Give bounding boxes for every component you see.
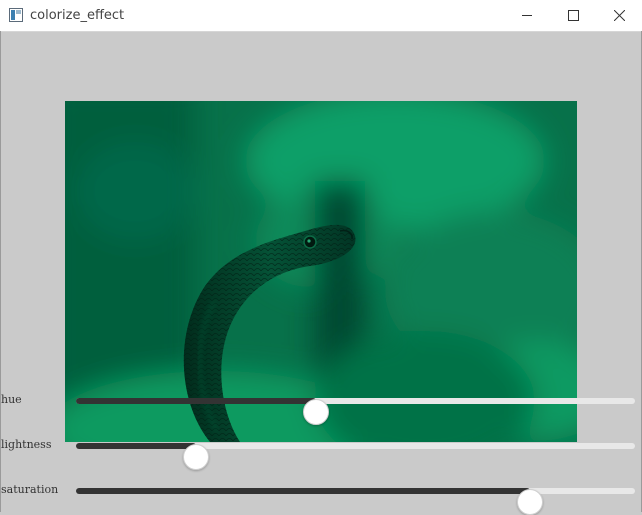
slider-fill-hue [76,398,317,404]
slider-track-hue[interactable] [76,398,635,425]
slider-fill-saturation [76,488,530,494]
app-icon [9,8,23,22]
slider-track-lightness[interactable] [76,443,635,470]
close-button[interactable] [596,0,642,31]
slider-label-hue: hue [1,393,22,406]
maximize-button[interactable] [550,0,596,31]
close-icon [613,10,625,21]
minimize-button[interactable] [504,0,550,31]
minimize-icon [521,10,533,21]
maximize-icon [567,10,579,21]
slider-fill-lightness [76,443,197,449]
slider-thumb-lightness[interactable] [183,444,210,470]
slider-track-saturation[interactable] [76,488,635,515]
slider-label-lightness: lightness [1,438,52,451]
slider-lightness[interactable]: lightness [0,431,642,470]
slider-hue[interactable]: hue [0,386,642,425]
slider-saturation[interactable]: saturation [0,476,642,515]
slider-thumb-saturation[interactable] [516,489,543,515]
window-title: colorize_effect [30,8,125,23]
title-bar[interactable]: colorize_effect [0,0,642,32]
slider-label-saturation: saturation [1,483,59,496]
